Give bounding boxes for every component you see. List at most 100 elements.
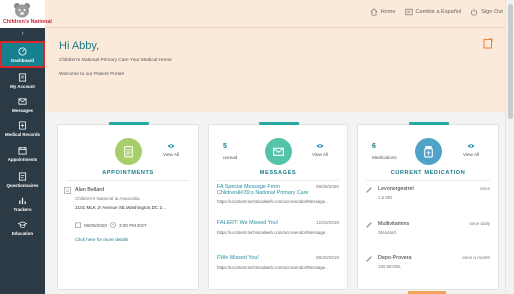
medication-view-all[interactable]: View All: [456, 143, 486, 157]
sidebar-item-label: Questionnaires: [6, 182, 39, 188]
message-link[interactable]: https://uccstest.technicalweb.com/uccsve…: [217, 230, 343, 235]
appointment-date: 09/09/2020: [84, 222, 107, 228]
medication-frequency: once: [480, 186, 490, 191]
sidebar-item-messages[interactable]: Messages: [1, 92, 44, 117]
message-subject[interactable]: FA Special Message From Children&#39;s N…: [217, 184, 309, 196]
sidebar-item-label: Dashboard: [11, 57, 34, 63]
provider-name: Alan Bellard: [75, 187, 105, 193]
pill-bottle-icon: [424, 146, 433, 158]
medication-count: 6: [372, 143, 376, 150]
message-link[interactable]: https://uccstest.technicalweb.com/uccsve…: [217, 199, 343, 204]
top-links: Home Cambie a Español Sign Out: [370, 8, 503, 16]
medication-name: Depo-Provera: [378, 255, 412, 261]
language-link-label: Cambie a Español: [415, 9, 462, 15]
medication-title: CURRENT MEDICATION: [390, 170, 466, 176]
welcome-text: Welcome to our Patient Portal!: [59, 72, 124, 77]
home-link[interactable]: Home: [370, 8, 396, 16]
sidebar-item-education[interactable]: Education: [1, 215, 44, 240]
eye-icon: [467, 144, 475, 148]
top-bar: Children's National Home Cambie a Españo…: [0, 0, 505, 28]
medication-name: Multivitamins: [378, 221, 410, 227]
medication-count-label: Medications: [372, 155, 397, 160]
message-date: 09/08/2020: [316, 184, 339, 189]
appointment-details-link[interactable]: Click here for more details: [75, 237, 128, 242]
page-scrollbar[interactable]: [505, 0, 514, 294]
medication-item[interactable]: Levonorgestrel 1.5 MG once: [366, 186, 490, 216]
home-icon: [370, 8, 378, 16]
pill-icon: [366, 222, 372, 228]
message-item[interactable]: FALERT: We Missed You! 12/20/2019 https:…: [217, 220, 339, 250]
sidebar-item-trackers[interactable]: Trackers: [1, 191, 44, 216]
appointment-time: 3:00 PM EDT: [119, 222, 147, 228]
divider: [217, 180, 339, 181]
clipboard-icon: [124, 146, 133, 158]
medication-card: 6 Medications View All CURRENT MEDICATIO…: [357, 122, 499, 294]
card-accent: [409, 122, 449, 125]
practice-tagline: Children's National Primary Care Your Me…: [59, 58, 172, 63]
calendar-icon: [18, 146, 27, 155]
sidebar-item-label: Appointments: [7, 156, 38, 162]
medication-frequency: once a month: [462, 255, 490, 260]
message-item[interactable]: FA Special Message From Children&#39;s N…: [217, 184, 339, 214]
appointments-view-all[interactable]: View All: [156, 143, 186, 157]
divider: [66, 180, 190, 181]
language-link[interactable]: Cambie a Español: [404, 8, 462, 16]
medication-item[interactable]: Multivitamins Standard once daily: [366, 221, 490, 251]
messages-title: MESSAGES: [259, 170, 297, 176]
power-icon: [471, 8, 478, 16]
sidebar: › Dashboard My Account Messages Medical …: [0, 28, 45, 294]
sidebar-item-label: Medical Records: [5, 131, 40, 137]
bear-logo-icon: [14, 3, 30, 18]
appointment-doc-icon: [64, 187, 71, 194]
eye-icon: [316, 144, 324, 148]
sidebar-item-questionnaires[interactable]: Questionnaires: [1, 167, 44, 192]
edit-document-icon[interactable]: [483, 38, 493, 49]
view-all-label: View All: [462, 152, 479, 157]
scrollbar-thumb[interactable]: [508, 4, 513, 119]
sidebar-item-label: Messages: [12, 107, 33, 113]
medication-item[interactable]: Depo-Provera 150 MG/ML once a month: [366, 255, 490, 285]
translate-icon: [404, 8, 413, 16]
sidebar-toggle[interactable]: ›: [0, 30, 45, 37]
appointments-title: APPOINTMENTS: [102, 170, 154, 176]
medication-dose: 1.5 MG: [378, 195, 393, 200]
welcome-banner: Hi Abby, Children's National Primary Car…: [45, 28, 505, 112]
sidebar-item-my-account[interactable]: My Account: [1, 68, 44, 93]
logo-text: Children's National: [3, 19, 52, 25]
pill-icon: [366, 256, 372, 262]
questionnaire-icon: [18, 171, 27, 181]
education-icon: [18, 220, 27, 228]
unread-label: unread: [223, 155, 238, 160]
sign-out-link[interactable]: Sign Out: [470, 8, 503, 16]
mail-icon: [18, 97, 27, 105]
sidebar-item-label: Education: [11, 230, 34, 236]
greeting: Hi Abby,: [59, 40, 100, 52]
chart-icon: [19, 197, 26, 204]
divider: [366, 180, 490, 181]
home-link-label: Home: [380, 9, 396, 15]
unread-count: 5: [223, 143, 227, 150]
messages-badge: [265, 138, 292, 165]
sidebar-item-appointments[interactable]: Appointments: [1, 141, 44, 166]
medication-dose: Standard: [378, 230, 396, 235]
message-link[interactable]: https://uccstest.technicalweb.com/uccsve…: [217, 265, 343, 270]
medication-badge: [415, 138, 442, 165]
sidebar-item-medical-records[interactable]: Medical Records: [1, 116, 44, 141]
sign-out-link-label: Sign Out: [481, 9, 503, 15]
pill-icon: [366, 187, 372, 193]
logo[interactable]: Children's National: [0, 0, 52, 28]
medication-dose: 150 MG/ML: [378, 264, 401, 269]
clinic-address: 2101 MLK Jr Avenue SE,Washington,DC 2...: [75, 205, 166, 210]
message-subject[interactable]: FWe Missed You!: [217, 255, 309, 261]
calendar-icon: [75, 222, 81, 228]
card-accent: [259, 122, 299, 125]
message-date: 12/20/2019: [316, 220, 339, 225]
message-item[interactable]: FWe Missed You! 09/20/2019 https://uccst…: [217, 255, 339, 285]
clock-icon: [110, 222, 116, 228]
medication-name: Levonorgestrel: [378, 186, 414, 192]
sidebar-item-dashboard[interactable]: Dashboard: [0, 41, 45, 68]
eye-icon: [167, 144, 175, 148]
message-subject[interactable]: FALERT: We Missed You!: [217, 220, 309, 226]
messages-view-all[interactable]: View All: [305, 143, 335, 157]
view-all-label: View All: [162, 152, 179, 157]
